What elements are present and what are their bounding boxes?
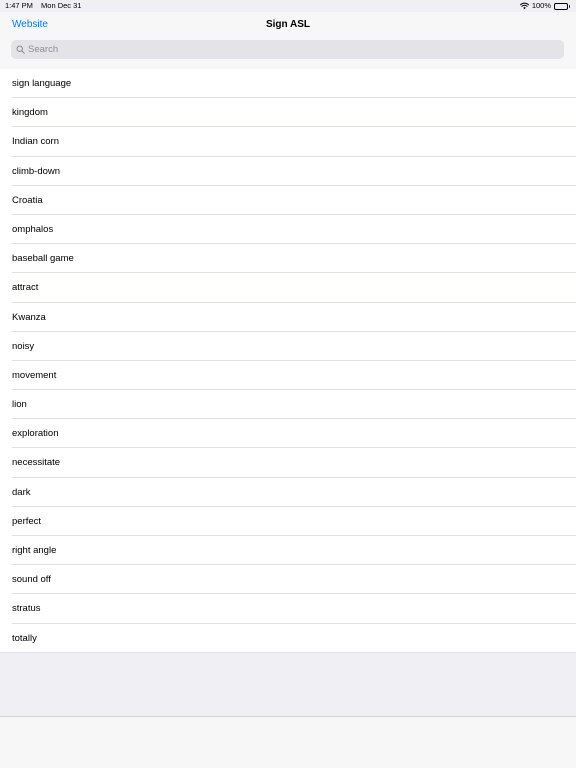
list-item[interactable]: lion bbox=[0, 390, 576, 420]
list-item[interactable]: Indian corn bbox=[0, 127, 576, 157]
battery-icon bbox=[554, 2, 570, 10]
word-list: sign language kingdom Indian corn climb-dow… bbox=[0, 69, 576, 653]
wifi-icon bbox=[519, 2, 529, 10]
status-left: 1:47 PM Mon Dec 31 bbox=[5, 0, 81, 12]
list-item[interactable]: sound off bbox=[0, 565, 576, 595]
status-time: 1:47 PM bbox=[5, 1, 33, 10]
list-item[interactable]: sign language bbox=[0, 69, 576, 99]
status-date: Mon Dec 31 bbox=[41, 1, 82, 10]
list-item[interactable]: movement bbox=[0, 361, 576, 391]
list-item[interactable]: exploration bbox=[0, 419, 576, 449]
list-item[interactable]: noisy bbox=[0, 332, 576, 362]
search-icon bbox=[16, 45, 25, 54]
list-item[interactable]: dark bbox=[0, 478, 576, 508]
status-right: 100% bbox=[519, 0, 570, 12]
battery-percent: 100% bbox=[531, 1, 551, 10]
search-input[interactable] bbox=[28, 44, 548, 55]
status-bar: 1:47 PM Mon Dec 31 100% bbox=[0, 0, 576, 12]
navigation-bar: Website Sign ASL bbox=[0, 12, 576, 70]
list-item[interactable]: baseball game bbox=[0, 244, 576, 274]
search-bar[interactable] bbox=[11, 40, 564, 59]
list-item[interactable]: totally bbox=[0, 624, 576, 653]
list-item[interactable]: necessitate bbox=[0, 448, 576, 478]
bottom-toolbar bbox=[0, 716, 576, 768]
list-item[interactable]: stratus bbox=[0, 594, 576, 624]
page-title: Sign ASL bbox=[265, 19, 311, 30]
list-item[interactable]: right angle bbox=[0, 536, 576, 566]
list-item[interactable]: omphalos bbox=[0, 215, 576, 245]
app-screen: 1:47 PM Mon Dec 31 100% Website Sign ASL bbox=[0, 0, 576, 768]
list-item[interactable]: attract bbox=[0, 273, 576, 303]
list-item[interactable]: kingdom bbox=[0, 98, 576, 128]
list-item[interactable]: Croatia bbox=[0, 186, 576, 216]
list-item[interactable]: Kwanza bbox=[0, 303, 576, 332]
list-item[interactable]: perfect bbox=[0, 507, 576, 537]
list-item[interactable]: climb-down bbox=[0, 157, 576, 186]
